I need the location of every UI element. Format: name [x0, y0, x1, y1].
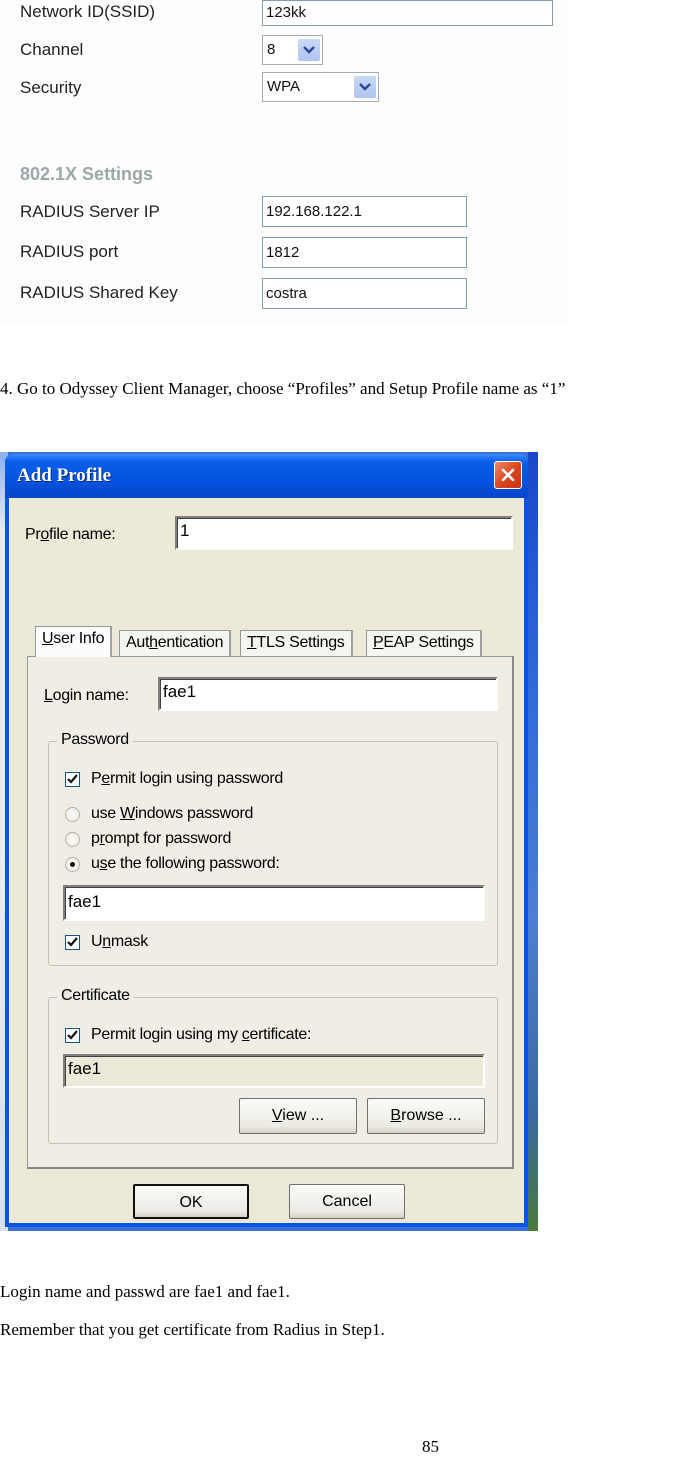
section-title: 802.1X Settings [20, 164, 154, 184]
following-password-label: use the following password: [91, 855, 280, 872]
radio-prompt-password[interactable] [65, 832, 80, 847]
view-button[interactable]: View ... [239, 1098, 357, 1134]
unmask-checkbox[interactable] [65, 935, 80, 950]
unmask-label: Unmask [91, 933, 148, 950]
permit-password-label: Permit login using password [91, 770, 284, 787]
tab-authentication[interactable]: Authentication [119, 630, 232, 656]
title-bar[interactable]: Add Profile [5, 454, 528, 498]
password-input[interactable]: fae1 [63, 885, 485, 921]
add-profile-screenshot: Add Profile Profile name: 1 User Info Au… [0, 452, 538, 1231]
permit-certificate-checkbox[interactable] [65, 1028, 80, 1043]
radius-port-label: RADIUS port [20, 242, 119, 261]
desktop-background [528, 452, 538, 1231]
chevron-down-icon[interactable] [298, 39, 320, 61]
prompt-password-label: prompt for password [91, 830, 232, 847]
checkmark-icon [67, 774, 78, 784]
ok-button[interactable]: OK [133, 1184, 249, 1219]
checkmark-icon [67, 1030, 78, 1040]
checkmark-icon [67, 937, 78, 947]
page-number: 85 [422, 1437, 439, 1456]
radius-key-input[interactable]: costra [262, 278, 467, 309]
security-value: WPA [267, 78, 301, 95]
ssid-label: Network ID(SSID) [20, 2, 156, 21]
password-group-title: Password [57, 731, 133, 749]
channel-select[interactable]: 8 [262, 35, 323, 65]
profile-name-input[interactable]: 1 [175, 516, 513, 550]
security-label: Security [20, 78, 82, 97]
login-name-label: Login name: [44, 687, 129, 704]
certificate-group-title: Certificate [57, 987, 134, 1005]
ssid-input[interactable]: 123kk [262, 0, 553, 26]
dialog-body: Profile name: 1 User Info Authentication… [9, 498, 524, 1223]
radius-ip-input[interactable]: 192.168.122.1 [262, 196, 467, 227]
tab-peap-settings[interactable]: PEAP Settings [366, 630, 482, 656]
channel-label: Channel [20, 40, 84, 59]
dialog-title: Add Profile [17, 465, 112, 486]
radius-key-label: RADIUS Shared Key [20, 283, 178, 302]
permit-password-checkbox[interactable] [65, 772, 80, 787]
close-icon [501, 468, 515, 482]
radius-port-input[interactable]: 1812 [262, 237, 467, 268]
add-profile-dialog: Add Profile Profile name: 1 User Info Au… [5, 454, 528, 1227]
password-group: Password Permit login using password use… [48, 731, 498, 966]
channel-value: 8 [267, 41, 276, 58]
windows-password-label: use Windows password [91, 805, 254, 822]
browse-button[interactable]: Browse ... [367, 1098, 485, 1134]
radio-windows-password[interactable] [65, 807, 80, 822]
tab-user-info[interactable]: User Info [35, 626, 113, 657]
router-settings-screenshot: Network ID(SSID) 123kk Channel 8 Securit… [0, 0, 570, 325]
step-instruction: 4. Go to Odyssey Client Manager, choose … [0, 379, 566, 398]
permit-certificate-label: Permit login using my certificate: [91, 1026, 312, 1043]
radio-following-password[interactable] [65, 857, 80, 872]
certificate-group: Certificate Permit login using my certif… [48, 987, 498, 1144]
radius-ip-label: RADIUS Server IP [20, 202, 160, 221]
chevron-down-icon[interactable] [354, 76, 376, 98]
tab-ttls-settings[interactable]: TTLS Settings [240, 630, 353, 656]
note-credentials: Login name and passwd are fae1 and fae1. [0, 1282, 290, 1301]
security-select[interactable]: WPA [262, 72, 379, 102]
user-info-panel: Login name: fae1 Password Permit login u… [27, 656, 514, 1169]
profile-name-label: Profile name: [25, 526, 116, 543]
certificate-input[interactable]: fae1 [63, 1054, 485, 1088]
login-name-input[interactable]: fae1 [158, 677, 498, 711]
note-certificate: Remember that you get certificate from R… [0, 1320, 385, 1339]
cancel-button[interactable]: Cancel [289, 1184, 405, 1219]
close-button[interactable] [494, 461, 522, 489]
